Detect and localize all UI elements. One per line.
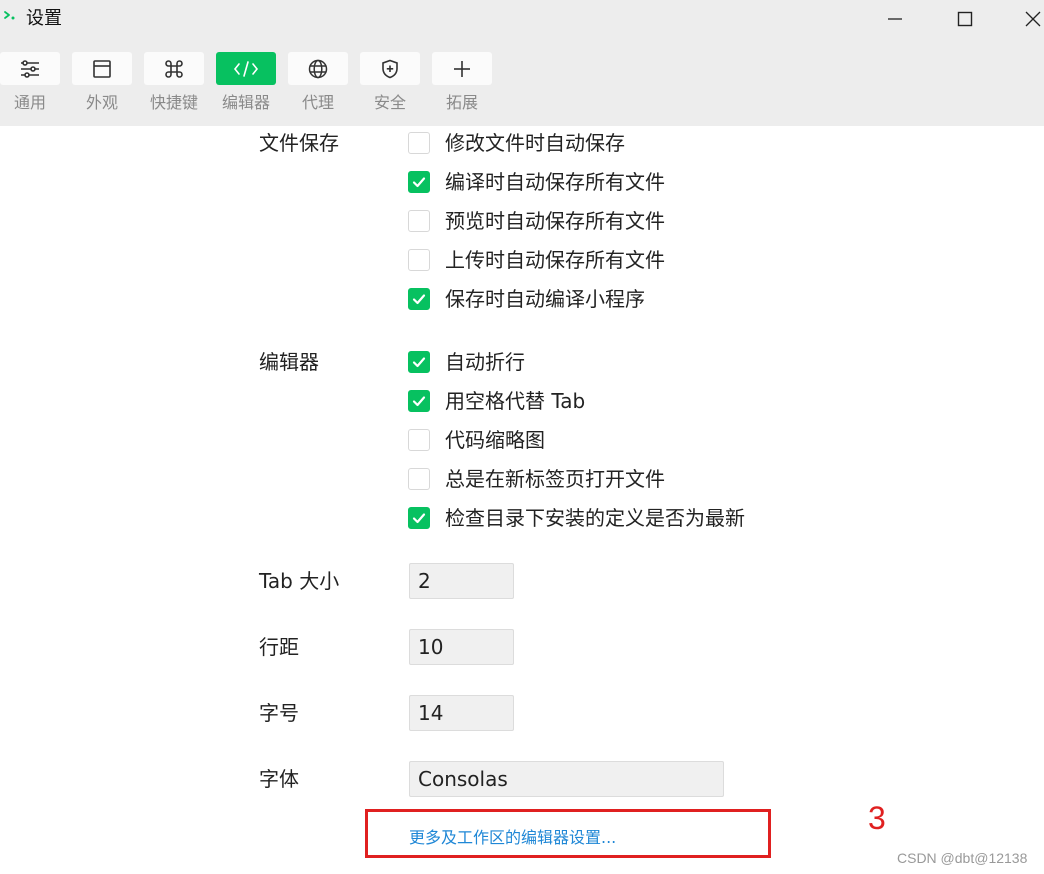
minimize-button[interactable] bbox=[872, 0, 918, 38]
minimize-icon bbox=[888, 18, 902, 20]
close-button[interactable] bbox=[1010, 0, 1044, 38]
line-height-label: 行距 bbox=[259, 635, 299, 659]
tab-appearance[interactable]: 外观 bbox=[72, 52, 132, 116]
option-label: 用空格代替 Tab bbox=[445, 389, 586, 413]
option-label: 预览时自动保存所有文件 bbox=[445, 209, 665, 233]
option-minimap[interactable]: 代码缩略图 bbox=[408, 427, 545, 453]
tab-proxy-label: 代理 bbox=[301, 93, 334, 112]
option-autosave-on-modify[interactable]: 修改文件时自动保存 bbox=[408, 130, 625, 156]
font-size-label: 字号 bbox=[259, 701, 299, 725]
tab-appearance-label: 外观 bbox=[85, 93, 118, 112]
tab-security-button[interactable] bbox=[360, 52, 420, 85]
option-label: 编译时自动保存所有文件 bbox=[445, 170, 665, 194]
option-label: 自动折行 bbox=[445, 350, 525, 374]
font-family-input[interactable]: Consolas bbox=[409, 761, 724, 797]
tab-extensions[interactable]: 拓展 bbox=[432, 52, 492, 116]
tab-general[interactable]: 通用 bbox=[0, 52, 60, 116]
tab-shortcuts-label: 快捷键 bbox=[149, 93, 198, 112]
tab-extensions-label: 拓展 bbox=[445, 93, 478, 112]
shield-icon bbox=[382, 59, 398, 78]
checkbox[interactable] bbox=[408, 210, 430, 232]
checkbox[interactable] bbox=[408, 171, 430, 193]
checkbox[interactable] bbox=[408, 288, 430, 310]
option-word-wrap[interactable]: 自动折行 bbox=[408, 349, 525, 375]
font-family-label: 字体 bbox=[259, 767, 299, 791]
tab-extensions-button[interactable] bbox=[432, 52, 492, 85]
tab-security[interactable]: 安全 bbox=[360, 52, 420, 116]
more-editor-settings-link[interactable]: 更多及工作区的编辑器设置... bbox=[409, 827, 616, 849]
check-icon bbox=[412, 294, 426, 305]
tab-general-button[interactable] bbox=[0, 52, 60, 85]
command-icon bbox=[165, 59, 183, 78]
checkbox[interactable] bbox=[408, 507, 430, 529]
option-label: 保存时自动编译小程序 bbox=[445, 287, 645, 311]
line-height-input[interactable]: 10 bbox=[409, 629, 514, 665]
option-autosave-on-upload[interactable]: 上传时自动保存所有文件 bbox=[408, 247, 665, 273]
tab-security-label: 安全 bbox=[373, 93, 406, 112]
close-icon bbox=[1025, 11, 1041, 27]
font-size-input[interactable]: 14 bbox=[409, 695, 514, 731]
option-autocompile-on-save[interactable]: 保存时自动编译小程序 bbox=[408, 286, 645, 312]
code-icon bbox=[233, 60, 259, 77]
settings-toolbar: 通用 外观 快捷键 编辑器 代理 安全 拓展 bbox=[0, 40, 1044, 126]
option-spaces-for-tab[interactable]: 用空格代替 Tab bbox=[408, 388, 585, 414]
tab-editor[interactable]: 编辑器 bbox=[216, 52, 276, 116]
tab-shortcuts[interactable]: 快捷键 bbox=[144, 52, 204, 116]
checkbox[interactable] bbox=[408, 429, 430, 451]
window-title: 设置 bbox=[26, 8, 62, 29]
checkbox[interactable] bbox=[408, 249, 430, 271]
tab-proxy-button[interactable] bbox=[288, 52, 348, 85]
checkbox[interactable] bbox=[408, 132, 430, 154]
tab-editor-label: 编辑器 bbox=[221, 93, 270, 112]
option-open-in-new-tab[interactable]: 总是在新标签页打开文件 bbox=[408, 466, 665, 492]
check-icon bbox=[412, 177, 426, 188]
maximize-icon bbox=[957, 11, 973, 27]
editor-label: 编辑器 bbox=[259, 350, 319, 374]
tab-editor-button[interactable] bbox=[216, 52, 276, 85]
option-label: 检查目录下安装的定义是否为最新 bbox=[445, 506, 745, 530]
check-icon bbox=[412, 396, 426, 407]
option-label: 上传时自动保存所有文件 bbox=[445, 248, 665, 272]
option-check-typings[interactable]: 检查目录下安装的定义是否为最新 bbox=[408, 505, 745, 531]
option-label: 总是在新标签页打开文件 bbox=[445, 467, 665, 491]
window-icon bbox=[93, 59, 111, 78]
title-bar: 设置 bbox=[0, 0, 1044, 40]
option-autosave-on-preview[interactable]: 预览时自动保存所有文件 bbox=[408, 208, 665, 234]
annotation-number: 3 bbox=[868, 800, 886, 836]
tab-appearance-button[interactable] bbox=[72, 52, 132, 85]
maximize-button[interactable] bbox=[942, 0, 988, 38]
wechat-devtools-icon bbox=[4, 11, 15, 20]
globe-icon bbox=[308, 59, 328, 78]
checkbox[interactable] bbox=[408, 390, 430, 412]
file-save-label: 文件保存 bbox=[259, 131, 339, 155]
option-label: 修改文件时自动保存 bbox=[445, 131, 625, 155]
tab-shortcuts-button[interactable] bbox=[144, 52, 204, 85]
tab-size-label: Tab 大小 bbox=[259, 569, 340, 593]
tab-proxy[interactable]: 代理 bbox=[288, 52, 348, 116]
checkbox[interactable] bbox=[408, 468, 430, 490]
check-icon bbox=[412, 357, 426, 368]
check-icon bbox=[412, 513, 426, 524]
option-autosave-on-compile[interactable]: 编译时自动保存所有文件 bbox=[408, 169, 665, 195]
sliders-icon bbox=[21, 59, 39, 78]
tab-size-input[interactable]: 2 bbox=[409, 563, 514, 599]
checkbox[interactable] bbox=[408, 351, 430, 373]
tab-general-label: 通用 bbox=[13, 93, 46, 112]
option-label: 代码缩略图 bbox=[445, 428, 545, 452]
watermark: CSDN @dbt@12138 bbox=[897, 850, 1028, 866]
plus-icon bbox=[454, 60, 470, 77]
